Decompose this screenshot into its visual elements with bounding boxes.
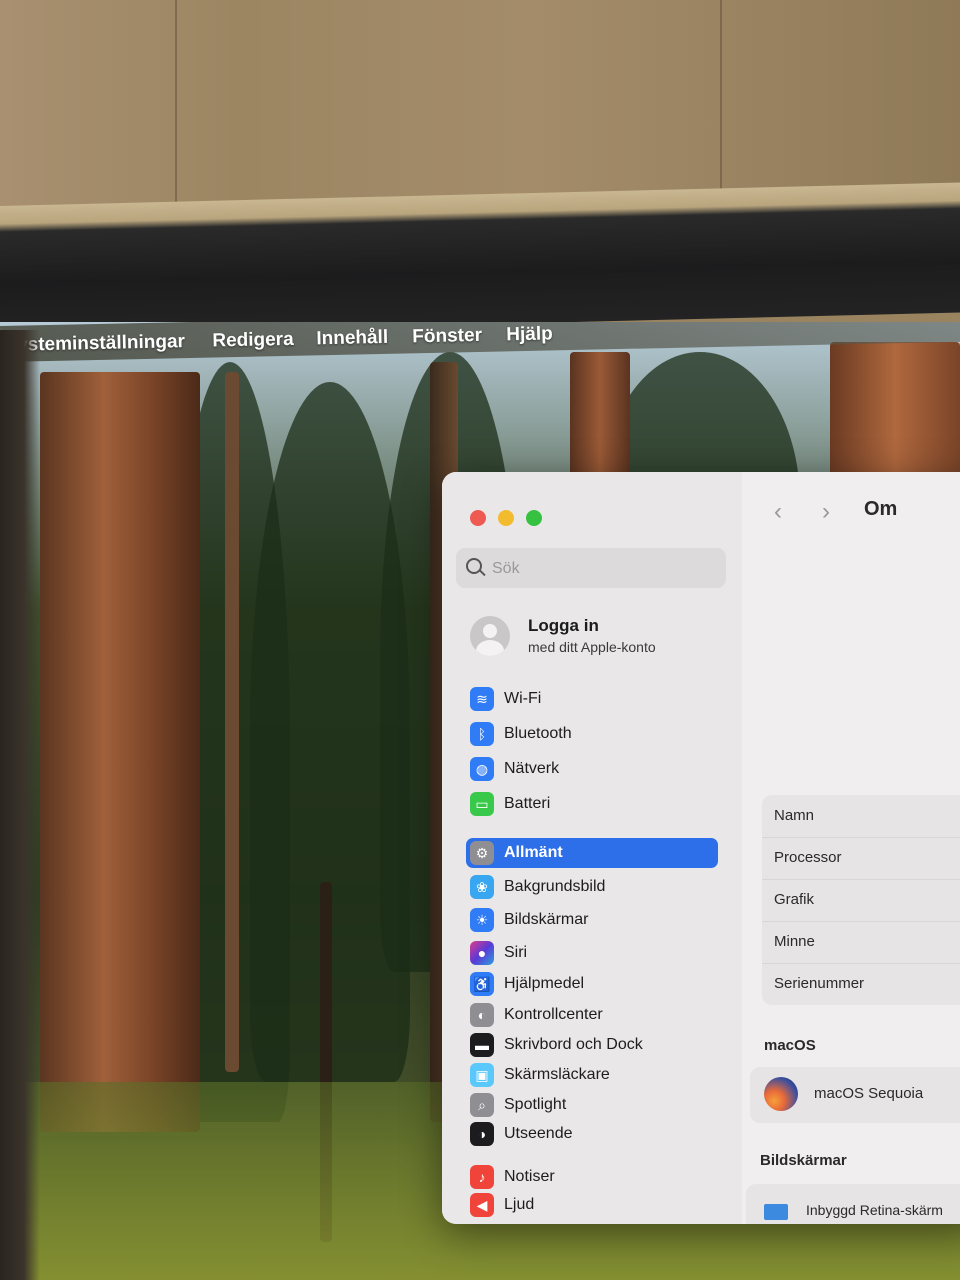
sidebar-item-label: Ljud [504,1196,535,1213]
system-settings-window: Logga in med ditt Apple-konto ≋ Wi-Fi ᛒ … [442,472,960,1224]
macos-version-name: macOS Sequoia [814,1085,924,1102]
sidebar-item-label: Wi-Fi [504,690,542,707]
macos-section-title: macOS [764,1037,816,1054]
sidebar-item-kontrollcenter[interactable]: ◐ Kontrollcenter [466,1000,726,1030]
sidebar-item-bakgrundsbild[interactable]: ❀ Bakgrundsbild [466,872,726,902]
zoom-window-button[interactable] [526,510,542,526]
search-input[interactable] [490,556,714,582]
wifi-icon: ≋ [470,687,494,711]
avatar [470,616,510,656]
sidebar-item-siri[interactable]: ● Siri [466,938,726,968]
sidebar-item-ljud[interactable]: ◀ Ljud [466,1190,726,1220]
battery-icon: ▭ [470,792,494,816]
sidebar-item-label: Bildskärmar [504,911,589,928]
sidebar-item-bluetooth[interactable]: ᛒ Bluetooth [466,719,726,749]
bluetooth-icon: ᛒ [470,722,494,746]
about-info-group: Namn Processor Grafik Minne Serienummer [762,795,960,1005]
sidebar-item-label: Bakgrundsbild [504,878,606,895]
info-row-minne: Minne [762,921,960,964]
sidebar-item-label: Siri [504,944,528,961]
account-title: Logga in [528,616,599,635]
info-label: Grafik [774,891,815,908]
menu-item-hjalp[interactable]: Hjälp [506,323,553,346]
sidebar-item-allmant[interactable]: ⚙ Allmänt [466,838,718,868]
sidebar-item-label: Spotlight [504,1096,567,1113]
display-name: Inbyggd Retina-skärm [806,1202,943,1218]
sidebar-item-label: Notiser [504,1168,555,1185]
sidebar: Logga in med ditt Apple-konto ≋ Wi-Fi ᛒ … [442,472,743,1224]
sidebar-item-skrivbord-och-dock[interactable]: ▬ Skrivbord och Dock [466,1030,726,1060]
flower-icon: ❀ [470,875,494,899]
detail-pane: ‹ › Om Namn Processor Grafik Minne Serie… [742,472,960,1224]
sidebar-item-label: Utseende [504,1125,573,1142]
info-label: Processor [774,849,842,866]
globe-icon: ◍ [470,757,494,781]
info-label: Namn [774,807,815,824]
menu-item-redigera[interactable]: Redigera [212,329,294,353]
display-card: Inbyggd Retina-skärm [746,1184,960,1224]
info-label: Minne [774,933,815,950]
dock-icon: ▬ [470,1033,494,1057]
account-subtitle: med ditt Apple-konto [528,639,656,655]
sidebar-item-bildskarmar[interactable]: ☀ Bildskärmar [466,905,726,935]
display-icon [764,1204,788,1220]
screensaver-icon: ▣ [470,1063,494,1087]
menu-item-fonster[interactable]: Fönster [412,325,482,348]
sidebar-item-wifi[interactable]: ≋ Wi-Fi [466,684,726,714]
wallpaper-trunk [40,372,200,1132]
info-row-grafik: Grafik [762,879,960,922]
toggles-icon: ◐ [470,1003,494,1027]
laptop-bezel-left [0,330,40,1280]
info-row-serienummer: Serienummer [762,963,960,1005]
sun-icon: ☀ [470,908,494,932]
speaker-icon: ◀ [470,1193,494,1217]
sidebar-item-label: Skrivbord och Dock [504,1036,643,1053]
appearance-icon: ◑ [470,1122,494,1146]
magnifier-icon: ⌕ [470,1093,494,1117]
sidebar-item-label: Batteri [504,795,551,812]
close-window-button[interactable] [470,510,486,526]
sidebar-item-natverk[interactable]: ◍ Nätverk [466,754,726,784]
macos-logo-icon [764,1077,798,1111]
info-row-namn: Namn [762,795,960,838]
sidebar-item-notiser[interactable]: ♪ Notiser [466,1162,726,1192]
bell-icon: ♪ [470,1165,494,1189]
forward-arrow-icon[interactable]: › [822,498,830,526]
laptop-bezel [0,182,960,336]
back-arrow-icon[interactable]: ‹ [774,498,782,526]
sidebar-item-label: Skärmsläckare [504,1066,610,1083]
info-label: Serienummer [774,975,865,992]
sidebar-item-utseende[interactable]: ◑ Utseende [466,1119,726,1149]
wallpaper-trunk [570,352,630,482]
displays-section-title: Bildskärmar [760,1152,847,1169]
wall-fold [175,0,177,230]
gear-icon: ⚙ [470,841,494,865]
search-icon [466,558,482,574]
search-field[interactable] [456,548,726,588]
wallpaper-trunk [830,342,960,482]
sidebar-item-label: Allmänt [504,844,563,861]
page-title: Om [864,498,898,520]
sidebar-item-label: Kontrollcenter [504,1006,603,1023]
minimize-window-button[interactable] [498,510,514,526]
sidebar-item-label: Bluetooth [504,725,572,742]
sidebar-item-label: Nätverk [504,760,560,777]
sidebar-item-label: Hjälpmedel [504,975,585,992]
wallpaper-trunk [225,372,239,1072]
menu-item-innehall[interactable]: Innehåll [316,327,388,350]
accessibility-icon: ♿ [470,972,494,996]
sidebar-item-batteri[interactable]: ▭ Batteri [466,789,726,819]
sidebar-item-skarmslackare[interactable]: ▣ Skärmsläckare [466,1060,726,1090]
sidebar-item-hjalpmedel[interactable]: ♿ Hjälpmedel [466,969,726,999]
info-row-processor: Processor [762,837,960,880]
sidebar-item-spotlight[interactable]: ⌕ Spotlight [466,1090,726,1120]
apple-account-signin[interactable]: Logga in med ditt Apple-konto [470,612,730,662]
macos-version-card: macOS Sequoia [750,1067,960,1123]
siri-icon: ● [470,941,494,965]
screen: Systeminställningar Redigera Innehåll Fö… [0,322,960,1280]
